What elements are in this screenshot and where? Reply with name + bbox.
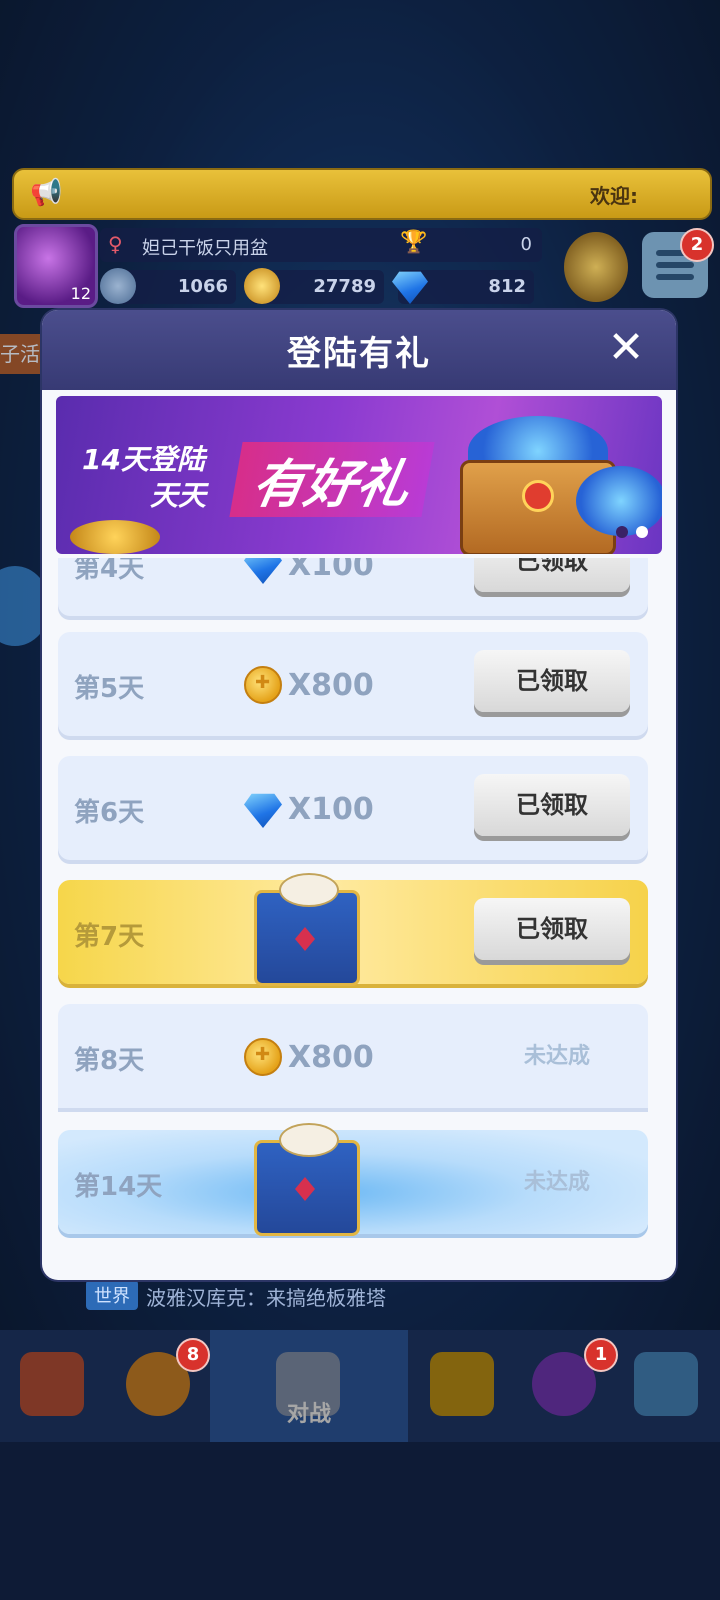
nav-social[interactable]: [614, 1330, 718, 1442]
gem-icon: [244, 558, 282, 584]
reward-row-day4: 第4天 X100 已领取: [58, 558, 648, 616]
bottom-area: [0, 1440, 720, 1600]
heart-chat-icon: [634, 1352, 698, 1416]
reward-row-day7: 第7天 已领取: [58, 873, 648, 986]
whistle-icon: [430, 1352, 494, 1416]
gift-gem-icon: [295, 927, 315, 951]
promo-line2: 天天: [150, 479, 207, 512]
reward-amount: X100: [288, 792, 374, 827]
planet-badge: 1: [584, 1338, 618, 1372]
day-label: 第5天: [74, 674, 145, 704]
welcome-text: 欢迎:: [590, 184, 638, 208]
gift-bow-icon: [279, 1123, 339, 1157]
trophy-icon: 🏆: [400, 230, 428, 255]
stamina-value: 1066: [177, 276, 228, 297]
side-activity-tab[interactable]: 子活: [0, 334, 44, 374]
chat-bar[interactable]: 世界 波雅汉库克：来搞绝板雅塔: [20, 1276, 620, 1316]
not-reached-status: 未达成: [523, 1044, 590, 1069]
nav-battle[interactable]: 对战: [210, 1330, 408, 1442]
modal-header: 登陆有礼 ✕: [42, 310, 676, 390]
claimed-button[interactable]: 已领取: [474, 774, 630, 836]
reward-amount: X800: [288, 668, 374, 703]
pack-badge: 8: [176, 1338, 210, 1372]
gem-icon: [244, 793, 282, 828]
stamina-add-icon[interactable]: [100, 268, 136, 304]
shop-icon: [20, 1352, 84, 1416]
coins-value: 27789: [313, 276, 376, 297]
login-reward-modal: 登陆有礼 ✕ 14天登陆 天天 有好礼 第4天 X100 已领取 第5天 ✚ X…: [42, 310, 676, 1280]
reward-row-day5: 第5天 X800 已领取: [58, 632, 648, 736]
reward-row-day8: 第8天 X800 未达成: [58, 1004, 648, 1108]
coins-resource[interactable]: 27789: [244, 268, 384, 304]
coin-pile-icon: [70, 520, 160, 554]
player-avatar[interactable]: 12: [14, 224, 98, 308]
nav-battle-label: 对战: [286, 1402, 331, 1427]
trophy-count: 0: [520, 234, 532, 255]
megaphone-icon: 📢: [30, 178, 63, 208]
gem-add-icon[interactable]: [392, 271, 428, 304]
claimed-button[interactable]: 已领取: [474, 650, 630, 712]
promo-line1: 14天登陆: [82, 443, 205, 476]
player-name: 妲己干饭只用盆: [142, 238, 268, 259]
claimed-button[interactable]: 已领取: [474, 558, 630, 592]
chest-lock-icon: [522, 480, 554, 512]
promo-banner: 14天登陆 天天 有好礼: [56, 396, 662, 554]
gift-gem-icon: [295, 1177, 315, 1201]
not-reached-status: 未达成: [523, 1170, 590, 1195]
menu-badge: 2: [680, 228, 714, 262]
day-label: 第4天: [74, 558, 145, 584]
reward-amount: X800: [288, 1040, 374, 1075]
reward-list[interactable]: 第4天 X100 已领取 第5天 X800 已领取 第6天 X100 已领取: [42, 558, 676, 1280]
day-label: 第14天: [74, 1172, 163, 1202]
coin-icon: [244, 1038, 282, 1076]
nav-whistle[interactable]: [410, 1330, 514, 1442]
nav-shop[interactable]: [0, 1330, 104, 1442]
reward-row-day14: 第14天 未达成: [58, 1123, 648, 1236]
close-icon[interactable]: ✕: [604, 326, 648, 372]
reward-amount: X100: [288, 558, 374, 583]
day-label: 第7天: [74, 922, 145, 952]
gift-box-icon: [254, 873, 360, 986]
coin-icon: [244, 666, 282, 704]
female-icon: ♀: [108, 232, 123, 256]
carousel-dot[interactable]: [616, 526, 628, 538]
chat-channel: 世界: [86, 1280, 138, 1310]
promo-headline: 有好礼: [229, 442, 435, 517]
coin-add-icon[interactable]: [244, 268, 280, 304]
gems-value: 812: [488, 276, 526, 297]
carousel-dot-active[interactable]: [636, 526, 648, 538]
claimed-button[interactable]: 已领取: [474, 898, 630, 960]
modal-title: 登陆有礼: [287, 334, 431, 374]
day-label: 第6天: [74, 798, 145, 828]
chat-message: 波雅汉库克：来搞绝板雅塔: [146, 1286, 386, 1310]
day-label: 第8天: [74, 1046, 145, 1076]
gift-box-icon: [254, 1123, 360, 1236]
stamina-resource[interactable]: 1066: [100, 268, 236, 304]
welcome-banner: 📢 欢迎:: [12, 168, 712, 220]
gift-bow-icon: [279, 873, 339, 907]
rank-medal-icon[interactable]: [564, 232, 628, 302]
reward-row-day6: 第6天 X100 已领取: [58, 756, 648, 860]
player-level: 12: [70, 284, 91, 303]
gems-resource[interactable]: 812: [392, 270, 534, 304]
player-name-bar: ♀ 妲己干饭只用盆 🏆 0: [100, 228, 542, 262]
